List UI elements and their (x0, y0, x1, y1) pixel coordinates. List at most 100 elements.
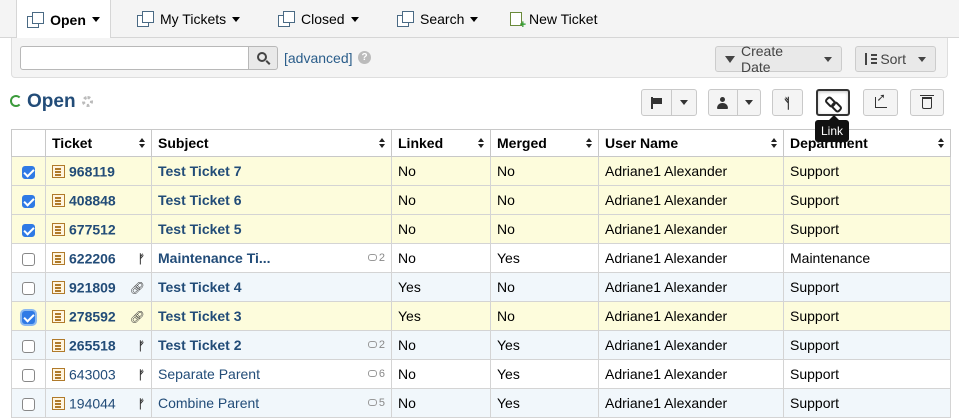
user-name-cell: Adriane1 Alexander (598, 185, 784, 215)
subject-link[interactable]: Combine Parent (158, 395, 259, 411)
chevron-down-icon (824, 56, 832, 62)
search-button[interactable] (248, 46, 278, 70)
merged-cell: No (490, 185, 599, 215)
table-row[interactable]: 643003 ᚠ Separate Parent 6 No Yes Adriane1 Ale… (11, 359, 951, 389)
col-user-name[interactable]: User Name (598, 129, 784, 157)
ticket-number-link[interactable]: 643003 (69, 367, 116, 383)
table-row[interactable]: 194044 ᚠ Combine Parent 5 No Yes Adriane1 Alex… (11, 388, 951, 418)
create-date-label: Create Date (741, 43, 784, 75)
tickets-stack-icon (27, 11, 45, 28)
link-icon: 🔗︎ (129, 310, 145, 324)
table-row[interactable]: 278592 🔗︎ Test Ticket 3 Yes No Adriane1 Alexa… (11, 301, 951, 331)
row-select-cell (11, 243, 46, 273)
advanced-search-link[interactable]: [advanced] (284, 50, 353, 66)
search-input[interactable] (20, 46, 249, 70)
ticket-icon (52, 194, 65, 208)
table-row[interactable]: 265518 ᚠ Test Ticket 2 2 No Yes Adriane1 Alexa… (11, 330, 951, 360)
row-checkbox[interactable] (22, 310, 35, 324)
sort-arrows-icon (937, 138, 944, 148)
subject-cell: Separate Parent 6 (151, 359, 392, 389)
ticket-number-link[interactable]: 408848 (69, 193, 116, 209)
help-icon[interactable]: ? (358, 51, 371, 64)
ticket-number-cell: 278592 🔗︎ (45, 301, 152, 331)
sort-button[interactable]: Sort (855, 46, 936, 72)
table-row[interactable]: 921809 🔗︎ Test Ticket 4 Yes No Adriane1 Alexa… (11, 272, 951, 302)
assign-button[interactable] (708, 89, 761, 116)
ticket-number-link[interactable]: 194044 (69, 396, 116, 412)
chevron-down-icon (918, 56, 926, 62)
col-linked[interactable]: Linked (391, 129, 491, 157)
flag-icon (650, 96, 662, 109)
ticket-icon (52, 252, 65, 266)
table-row[interactable]: 408848 Test Ticket 6 No No Adriane1 Alexande… (11, 185, 951, 215)
row-checkbox[interactable] (22, 194, 35, 208)
tab-my-tickets-label: My Tickets (160, 11, 227, 27)
col-merged[interactable]: Merged (490, 129, 599, 157)
tab-new-ticket-label: New Ticket (529, 11, 598, 27)
row-checkbox[interactable] (22, 281, 35, 295)
row-checkbox[interactable] (22, 397, 35, 411)
assign-dropdown[interactable] (736, 90, 760, 115)
status-flag-button[interactable] (641, 89, 697, 116)
row-checkbox[interactable] (22, 252, 35, 266)
col-ticket[interactable]: Ticket (45, 129, 152, 157)
table-row[interactable]: 677512 Test Ticket 5 No No Adriane1 Alexande… (11, 214, 951, 244)
subject-cell: Maintenance Ti... 2 (151, 243, 392, 273)
flag-dropdown[interactable] (670, 90, 696, 115)
link-icon: 🔗︎ (129, 281, 145, 295)
row-checkbox[interactable] (22, 223, 35, 237)
user-name-cell: Adriane1 Alexander (598, 214, 784, 244)
ticket-number-link[interactable]: 677512 (69, 222, 116, 238)
ticket-number-link[interactable]: 278592 (69, 309, 116, 325)
tab-my-tickets[interactable]: My Tickets (137, 0, 241, 38)
user-name-cell: Adriane1 Alexander (598, 301, 784, 331)
chevron-down-icon (679, 100, 688, 105)
row-select-cell (11, 330, 46, 360)
thread-count: 2 (367, 339, 385, 351)
tab-search-label: Search (420, 11, 465, 27)
ticket-number-cell: 643003 ᚠ (45, 359, 152, 389)
linked-cell: No (391, 214, 491, 244)
merge-icon: ᚠ (137, 339, 145, 353)
col-department[interactable]: Department (783, 129, 951, 157)
tab-search[interactable]: Search (397, 0, 479, 38)
assign-half[interactable] (709, 90, 737, 115)
subject-link[interactable]: Test Ticket 7 (158, 163, 242, 179)
table-row[interactable]: 622206 ᚠ Maintenance Ti... 2 No Yes Adriane1 A… (11, 243, 951, 273)
ticket-number-link[interactable]: 622206 (69, 251, 116, 267)
link-button[interactable] (816, 89, 850, 116)
col-subject[interactable]: Subject (151, 129, 392, 157)
refresh-icon[interactable] (10, 95, 22, 107)
subject-link[interactable]: Test Ticket 4 (158, 279, 242, 295)
create-date-filter-button[interactable]: Create Date (715, 43, 842, 75)
ticket-number-link[interactable]: 968119 (69, 164, 115, 180)
select-all-header (11, 129, 46, 157)
user-name-cell: Adriane1 Alexander (598, 330, 784, 360)
subject-link[interactable]: Separate Parent (158, 366, 260, 382)
ticket-number-link[interactable]: 265518 (69, 338, 116, 354)
row-checkbox[interactable] (22, 368, 35, 382)
delete-button[interactable] (910, 89, 944, 116)
subject-link[interactable]: Test Ticket 6 (158, 192, 242, 208)
share-icon (874, 91, 887, 108)
merge-button[interactable]: ᚠ (772, 89, 803, 116)
subject-link[interactable]: Maintenance Ti... (158, 250, 271, 266)
tab-open[interactable]: Open (16, 0, 111, 39)
ticket-number-link[interactable]: 921809 (69, 280, 116, 296)
row-checkbox[interactable] (22, 165, 35, 179)
tab-new-ticket[interactable]: New Ticket (510, 0, 597, 38)
subject-link[interactable]: Test Ticket 3 (158, 308, 242, 324)
row-select-cell (11, 156, 46, 186)
transfer-button[interactable] (863, 89, 898, 116)
col-linked-label: Linked (398, 135, 444, 151)
flag-half[interactable] (642, 90, 671, 115)
merged-cell: Yes (490, 243, 599, 273)
tab-closed[interactable]: Closed (278, 0, 359, 38)
table-row[interactable]: 968119 Test Ticket 7 No No Adriane1 Alexande… (11, 156, 951, 186)
subject-link[interactable]: Test Ticket 5 (158, 221, 242, 237)
subject-link[interactable]: Test Ticket 2 (158, 337, 242, 353)
row-checkbox[interactable] (22, 339, 35, 353)
gear-icon[interactable] (82, 96, 93, 107)
subject-cell: Combine Parent 5 (151, 388, 392, 418)
department-cell: Support (783, 388, 951, 418)
